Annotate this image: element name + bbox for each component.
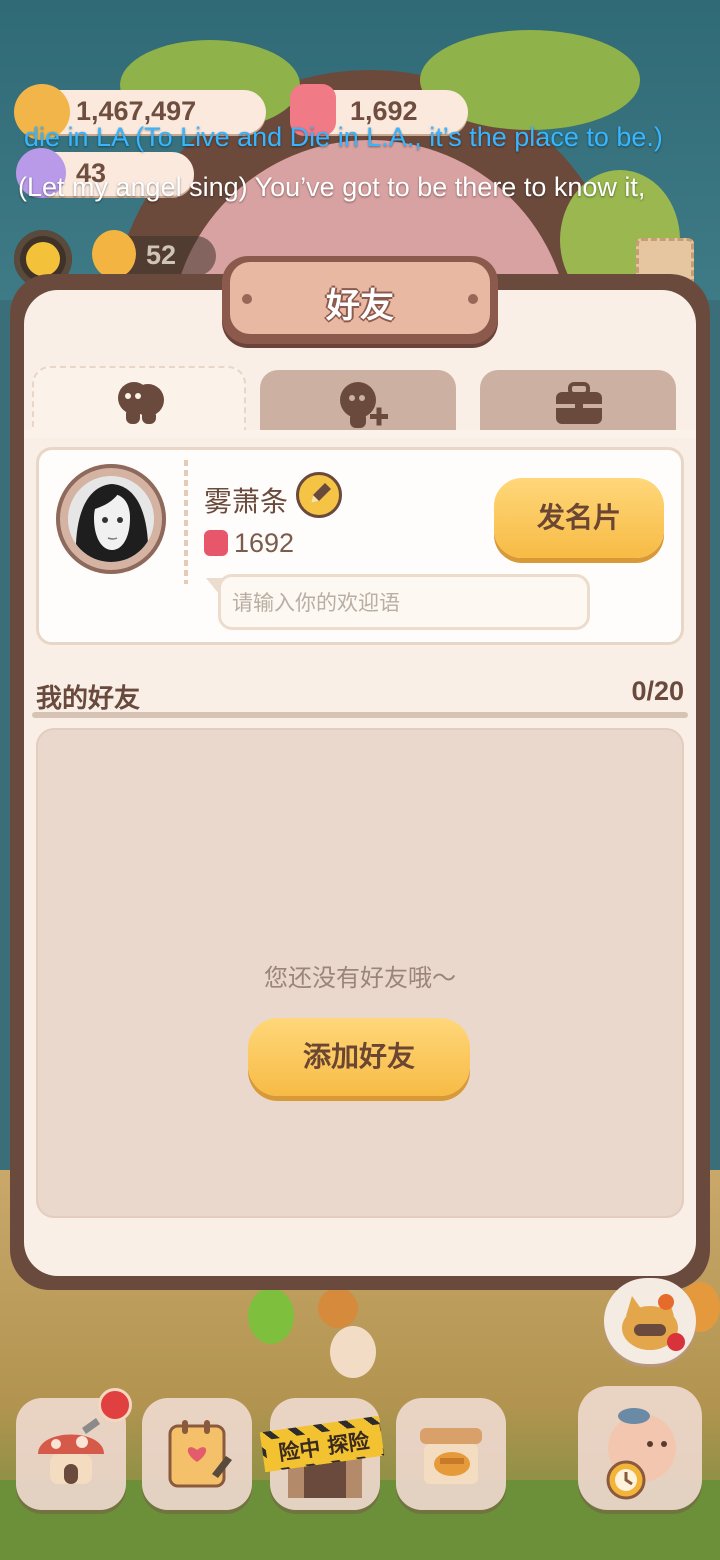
- greeting-input[interactable]: [230, 584, 584, 622]
- gem-icon: [204, 530, 228, 556]
- pencil-icon: [311, 483, 331, 503]
- cat-chef-icon: [622, 1294, 685, 1351]
- notification-dot: [98, 1388, 132, 1422]
- energy-value: 52: [146, 240, 177, 270]
- cookie-alarm-icon: [606, 1408, 676, 1500]
- profile-divider: [184, 460, 188, 584]
- nav-recipe-button[interactable]: [142, 1398, 252, 1510]
- lyric-line-1: die in LA (To Live and Die in L.A., it’s…: [24, 122, 663, 152]
- nav-cookie-house-button[interactable]: [578, 1386, 702, 1510]
- player-gem-score: 1692: [234, 528, 295, 558]
- tab-strip: [24, 430, 696, 438]
- tab-friends[interactable]: [32, 366, 246, 436]
- tab-inventory[interactable]: [480, 370, 676, 434]
- recipe-book-icon: [168, 1420, 232, 1488]
- add-friend-button[interactable]: 添加好友: [248, 1018, 470, 1096]
- edit-name-button[interactable]: [296, 472, 342, 518]
- chat-bubble-button[interactable]: [604, 1278, 696, 1364]
- cookie-character: [318, 1288, 358, 1328]
- friends-icon: [118, 382, 164, 424]
- friends-count: 0/20: [631, 676, 684, 706]
- player-name: 雾萧条: [204, 485, 289, 518]
- panel-title: 好友: [326, 286, 394, 326]
- sun-icon: [26, 242, 60, 276]
- avatar[interactable]: [68, 476, 154, 562]
- chef-character: [330, 1326, 376, 1378]
- add-friend-icon: [340, 382, 388, 428]
- section-divider: [32, 712, 688, 718]
- green-character: [248, 1288, 294, 1344]
- avatar-portrait-icon: [68, 476, 154, 562]
- shop-stand-icon: [420, 1428, 482, 1484]
- send-card-button[interactable]: 发名片: [494, 478, 664, 558]
- nav-shop-button[interactable]: [396, 1398, 506, 1510]
- empty-friends-message: 您还没有好友哦～: [264, 964, 456, 992]
- my-friends-label: 我的好友: [36, 684, 141, 714]
- tab-add-friend[interactable]: [260, 370, 456, 434]
- briefcase-icon: [556, 382, 602, 424]
- cookie-energy-icon: [92, 230, 136, 278]
- lyric-line-2: (Let my angel sing) You’ve got to be the…: [18, 172, 646, 202]
